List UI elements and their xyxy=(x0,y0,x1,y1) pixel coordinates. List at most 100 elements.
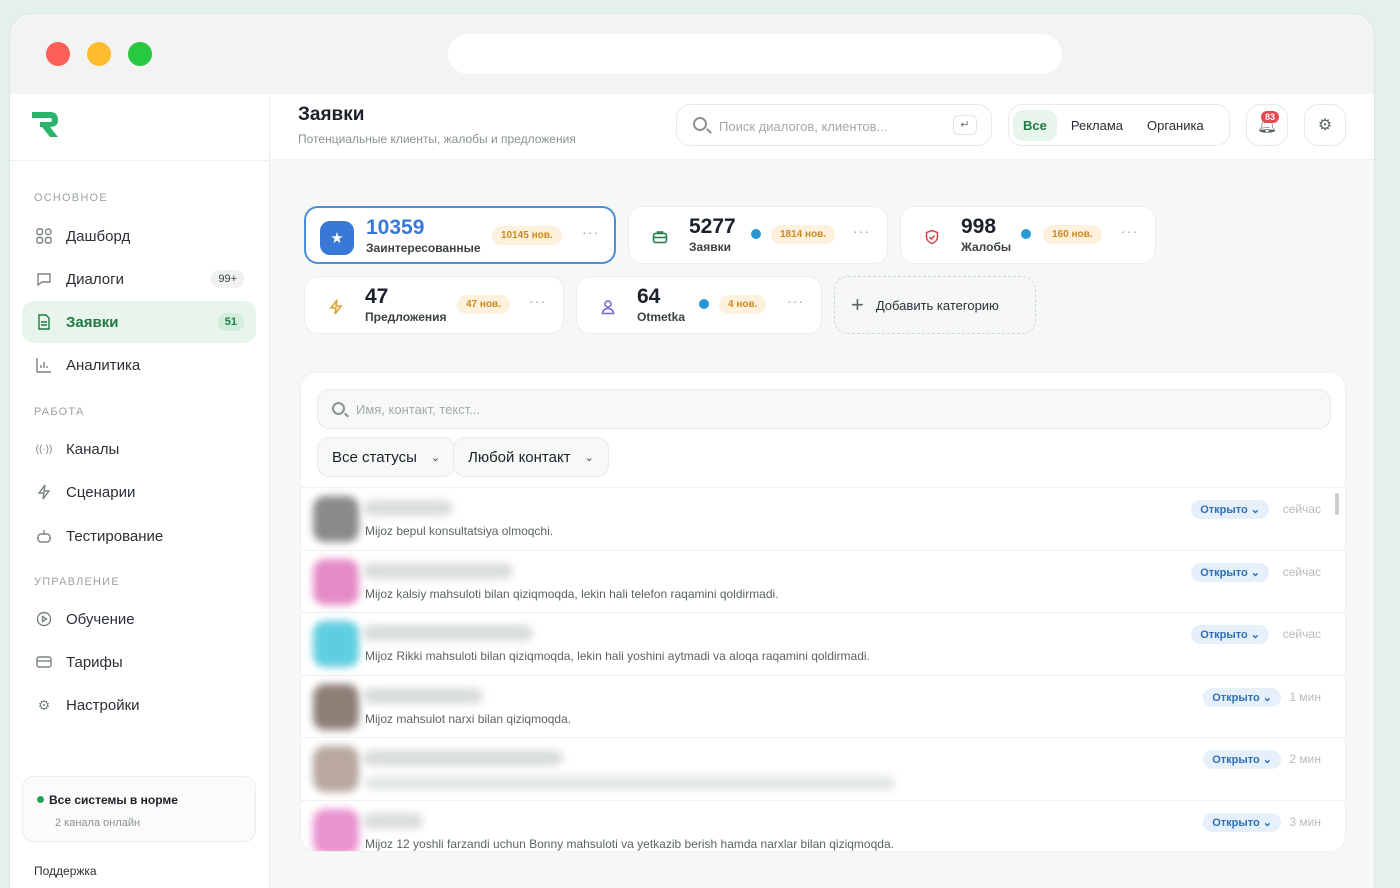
main-content: Заявки Потенциальные клиенты, жалобы и п… xyxy=(270,94,1374,888)
category-label: Otmetka xyxy=(637,310,686,324)
app-logo[interactable] xyxy=(28,108,62,140)
list-search-input[interactable]: Имя, контакт, текст... xyxy=(317,389,1331,429)
more-icon[interactable]: ··· xyxy=(1121,223,1138,239)
chevron-down-icon: ⌄ xyxy=(430,451,441,464)
address-bar[interactable] xyxy=(448,34,1062,74)
avatar xyxy=(313,558,359,605)
sidebar-item-testing[interactable]: Тестирование xyxy=(22,515,256,557)
contact-filter-select[interactable]: Любой контакт ⌄ xyxy=(453,437,609,477)
notifications-button[interactable]: 🔔︎ 83 xyxy=(1246,104,1288,146)
zoom-window-button[interactable] xyxy=(128,42,152,66)
section-work-title: РАБОТА xyxy=(34,406,85,418)
contact-name-blurred xyxy=(363,500,453,516)
section-management-title: УПРАВЛЕНИЕ xyxy=(34,576,120,588)
sidebar-item-learning[interactable]: Обучение xyxy=(22,598,256,640)
status-filter-select[interactable]: Все статусы ⌄ xyxy=(317,437,456,477)
star-icon: ★ xyxy=(320,221,354,255)
requests-count-badge: 51 xyxy=(217,313,244,331)
shield-icon xyxy=(915,220,949,254)
play-circle-icon xyxy=(36,611,52,627)
list-scrollbar[interactable] xyxy=(1335,493,1339,515)
list-item[interactable]: Mijoz kalsiy mahsuloti bilan qiziqmoqda,… xyxy=(301,549,1345,613)
category-count: 998 xyxy=(961,215,997,238)
sidebar-item-label: Тарифы xyxy=(66,653,123,671)
category-card-suggestions[interactable]: 47 Предложения 47 нов. ··· xyxy=(304,276,564,334)
support-link[interactable]: Поддержка xyxy=(34,864,97,878)
status-badge[interactable]: Открыто ⌄ xyxy=(1191,562,1269,582)
lightning-icon xyxy=(36,484,52,500)
status-ok-dot xyxy=(37,796,44,803)
telegram-icon xyxy=(751,229,761,239)
more-icon[interactable]: ··· xyxy=(787,293,804,309)
status-badge[interactable]: Открыто ⌄ xyxy=(1203,687,1281,707)
more-icon[interactable]: ··· xyxy=(582,224,599,240)
list-item[interactable]: Mijoz 12 yoshli farzandi uchun Bonny mah… xyxy=(301,799,1345,851)
bot-icon xyxy=(36,528,52,544)
category-count: 64 xyxy=(637,285,661,308)
requests-list-panel: Имя, контакт, текст... Все статусы ⌄ Люб… xyxy=(300,372,1346,852)
status-badge[interactable]: Открыто ⌄ xyxy=(1203,750,1281,770)
settings-button[interactable]: ⚙ xyxy=(1304,104,1346,146)
contact-name-blurred xyxy=(363,625,533,642)
list-item[interactable]: Mijoz Rikki mahsuloti bilan qiziqmoqda, … xyxy=(301,612,1345,675)
list-item[interactable]: Открыто ⌄ 2 мин xyxy=(301,737,1345,800)
segment-all[interactable]: Все xyxy=(1013,109,1057,141)
sidebar-item-tariffs[interactable]: Тарифы xyxy=(22,641,256,683)
search-placeholder: Поиск диалогов, клиентов... xyxy=(719,119,888,134)
telegram-icon xyxy=(1021,229,1031,239)
card-icon xyxy=(36,654,52,670)
category-card-otmetka[interactable]: 64 Otmetka 4 нов. ··· xyxy=(576,276,822,334)
sidebar: ОСНОВНОЕ Дашборд Диалоги 99+ Заявки 51 А… xyxy=(10,94,270,888)
sidebar-item-label: Каналы xyxy=(66,440,120,458)
sidebar-item-channels[interactable]: ((·)) Каналы xyxy=(22,428,256,470)
chevron-down-icon: ⌄ xyxy=(584,451,594,464)
close-window-button[interactable] xyxy=(46,42,70,66)
message-preview: Mijoz bepul konsultatsiya olmoqchi. xyxy=(365,524,554,538)
enter-key-icon: ↵ xyxy=(953,115,977,135)
sidebar-item-label: Диалоги xyxy=(66,270,124,288)
list-search-placeholder: Имя, контакт, текст... xyxy=(356,402,481,417)
minimize-window-button[interactable] xyxy=(87,42,111,66)
gear-icon: ⚙ xyxy=(37,696,51,713)
more-icon[interactable]: ··· xyxy=(853,223,870,239)
sidebar-item-requests[interactable]: Заявки 51 xyxy=(22,301,256,343)
sidebar-item-settings[interactable]: ⚙ Настройки xyxy=(22,684,256,726)
message-preview-blurred xyxy=(365,776,895,791)
status-subtitle: 2 канала онлайн xyxy=(55,817,141,829)
message-time: сейчас xyxy=(1282,502,1321,516)
sidebar-item-analytics[interactable]: Аналитика xyxy=(22,344,256,386)
category-card-requests[interactable]: 5277 Заявки 1814 нов. ··· xyxy=(628,206,888,264)
sidebar-item-dashboard[interactable]: Дашборд xyxy=(22,215,256,257)
sidebar-item-label: Тестирование xyxy=(66,527,164,545)
avatar xyxy=(313,683,359,730)
category-new-badge: 10145 нов. xyxy=(492,226,562,245)
add-category-button[interactable]: + Добавить категорию xyxy=(834,276,1036,334)
status-badge[interactable]: Открыто ⌄ xyxy=(1191,500,1269,519)
status-badge[interactable]: Открыто ⌄ xyxy=(1191,625,1269,645)
category-label: Предложения xyxy=(365,310,447,324)
category-card-interested[interactable]: ★ 10359 Заинтересованные 10145 нов. ··· xyxy=(304,206,616,264)
segment-ads[interactable]: Реклама xyxy=(1061,110,1133,141)
list-item[interactable]: Mijoz bepul konsultatsiya olmoqchi. Откр… xyxy=(301,487,1345,550)
avatar xyxy=(313,621,359,668)
category-new-badge: 47 нов. xyxy=(457,295,510,314)
page-header: Заявки Потенциальные клиенты, жалобы и п… xyxy=(270,94,1374,160)
sidebar-item-label: Дашборд xyxy=(66,227,131,245)
status-badge[interactable]: Открыто ⌄ xyxy=(1203,812,1281,832)
sidebar-item-scenarios[interactable]: Сценарии xyxy=(22,471,256,513)
system-status-card: Все системы в норме 2 канала онлайн xyxy=(22,776,256,842)
segment-organic[interactable]: Органика xyxy=(1137,110,1214,141)
category-card-complaints[interactable]: 998 Жалобы 160 нов. ··· xyxy=(900,206,1156,264)
list-item[interactable]: Mijoz mahsulot narxi bilan qiziqmoqda. О… xyxy=(301,674,1345,738)
sidebar-item-dialogs[interactable]: Диалоги 99+ xyxy=(22,258,256,300)
message-preview: Mijoz mahsulot narxi bilan qiziqmoqda. xyxy=(365,711,572,726)
message-time: 3 мин xyxy=(1289,814,1321,829)
message-time: 2 мин xyxy=(1289,752,1321,767)
lightning-icon xyxy=(319,290,353,324)
more-icon[interactable]: ··· xyxy=(529,293,546,309)
global-search-input[interactable]: Поиск диалогов, клиентов... ↵ xyxy=(676,104,992,146)
sidebar-item-label: Сценарии xyxy=(66,483,136,501)
category-new-badge: 1814 нов. xyxy=(771,225,836,244)
category-label: Жалобы xyxy=(961,240,1012,254)
message-preview: Mijoz Rikki mahsuloti bilan qiziqmoqda, … xyxy=(365,649,870,664)
